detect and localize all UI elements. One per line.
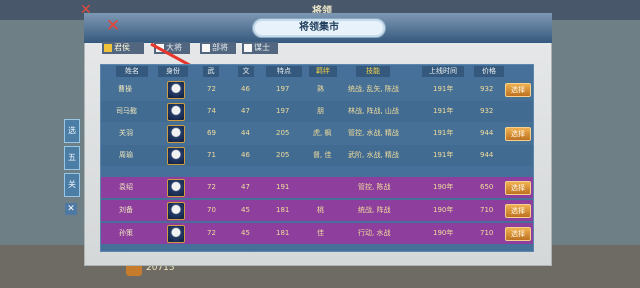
martial-value: 72 xyxy=(207,229,216,237)
bond-value: 佳 xyxy=(317,229,324,237)
martial-value: 72 xyxy=(207,183,216,191)
general-avatar-icon xyxy=(167,125,185,143)
online-time-value: 190年 xyxy=(433,229,454,237)
side-tab-2[interactable]: 五战 xyxy=(64,146,80,184)
martial-value: 71 xyxy=(207,151,216,159)
online-time-value: 190年 xyxy=(433,183,454,191)
table-row: 周瑜 71 46 205 督, 佳 武阶, 水战, 精战 191年 944 xyxy=(101,145,533,166)
skill-value: 行动, 水战 xyxy=(358,229,391,237)
bond-value: 桃 xyxy=(317,206,324,214)
price-value: 710 xyxy=(480,206,494,214)
bond-value: 朋 xyxy=(317,107,324,115)
literary-value: 46 xyxy=(241,151,250,159)
table-row: 孙策 72 45 181 佳 行动, 水战 190年 710 选择 xyxy=(101,223,533,244)
literary-value: 45 xyxy=(241,229,250,237)
general-name: 司马懿 xyxy=(116,107,137,115)
filter-lord[interactable]: 君侯 xyxy=(102,42,144,54)
price-value: 932 xyxy=(480,85,494,93)
side-tab-1[interactable]: 选战 xyxy=(64,119,80,157)
price-value: 944 xyxy=(480,129,494,137)
online-time-value: 191年 xyxy=(433,151,454,159)
general-avatar-icon xyxy=(167,202,185,220)
header-feature: 特点 xyxy=(266,66,302,77)
bond-value: 熟 xyxy=(317,85,324,93)
header-status: 身份 xyxy=(158,66,188,77)
select-button[interactable]: 选择 xyxy=(505,127,531,141)
feature-value: 205 xyxy=(276,151,290,159)
side-close-icon[interactable]: ✕ xyxy=(65,203,77,215)
price-value: 710 xyxy=(480,229,494,237)
bond-value: 督, 佳 xyxy=(313,151,332,159)
skill-value: 林战, 阵战, 山战 xyxy=(348,107,399,115)
select-button[interactable]: 选择 xyxy=(505,227,531,241)
general-avatar-icon xyxy=(167,147,185,165)
table-row: 司马懿 74 47 197 朋 林战, 阵战, 山战 191年 932 xyxy=(101,101,533,122)
filter-checkbox-icon xyxy=(104,44,112,52)
skill-value: 统战, 乱矢, 陈战 xyxy=(348,85,399,93)
feature-value: 197 xyxy=(276,107,290,115)
skill-value: 统战, 阵战 xyxy=(358,206,391,214)
table-row: 关羽 69 44 205 虎, 枫 管控, 水战, 精战 191年 944 选择 xyxy=(101,123,533,144)
online-time-value: 191年 xyxy=(433,129,454,137)
header-online-time: 上线时间 xyxy=(422,66,464,77)
header-literary: 文 xyxy=(238,66,254,77)
filter-label: 君侯 xyxy=(114,43,130,52)
side-tab-3[interactable]: 关 xyxy=(64,173,80,197)
feature-value: 205 xyxy=(276,129,290,137)
select-button[interactable]: 选择 xyxy=(505,181,531,195)
header-skill: 技能 xyxy=(356,66,390,77)
table-row: 袁绍 72 47 191 管控, 陈战 190年 650 选择 xyxy=(101,177,533,198)
online-time-value: 191年 xyxy=(433,85,454,93)
filter-advisor[interactable]: 谋士 xyxy=(242,42,278,54)
filter-label: 部将 xyxy=(212,43,228,52)
literary-value: 44 xyxy=(241,129,250,137)
general-name: 袁绍 xyxy=(119,183,133,191)
table-row: 曹操 72 46 197 熟 统战, 乱矢, 陈战 191年 932 选择 xyxy=(101,79,533,100)
martial-value: 72 xyxy=(207,85,216,93)
general-name: 周瑜 xyxy=(119,151,133,159)
general-avatar-icon xyxy=(167,103,185,121)
literary-value: 46 xyxy=(241,85,250,93)
header-price: 价格 xyxy=(474,66,504,77)
martial-value: 69 xyxy=(207,129,216,137)
feature-value: 191 xyxy=(276,183,290,191)
header-name: 姓名 xyxy=(116,66,148,77)
dialog-close-button[interactable]: ✕ xyxy=(104,17,122,35)
literary-value: 45 xyxy=(241,206,250,214)
filter-label: 谋士 xyxy=(254,43,270,52)
general-avatar-icon xyxy=(167,179,185,197)
general-name: 孙策 xyxy=(119,229,133,237)
price-value: 944 xyxy=(480,151,494,159)
martial-value: 70 xyxy=(207,206,216,214)
skill-value: 管控, 水战, 精战 xyxy=(348,129,399,137)
general-name: 曹操 xyxy=(118,85,132,93)
feature-value: 197 xyxy=(276,85,290,93)
header-martial: 武 xyxy=(203,66,219,77)
header-bond: 羁绊 xyxy=(309,66,337,77)
online-time-value: 191年 xyxy=(433,107,454,115)
skill-value: 管控, 陈战 xyxy=(358,183,391,191)
general-avatar-icon xyxy=(167,81,185,99)
general-avatar-icon xyxy=(167,225,185,243)
select-button[interactable]: 选择 xyxy=(505,83,531,97)
literary-value: 47 xyxy=(241,107,250,115)
price-value: 932 xyxy=(480,107,494,115)
feature-value: 181 xyxy=(276,206,290,214)
literary-value: 47 xyxy=(241,183,250,191)
skill-value: 武阶, 水战, 精战 xyxy=(348,151,399,159)
table-row: 刘备 70 45 181 桃 统战, 阵战 190年 710 选择 xyxy=(101,200,533,221)
price-value: 650 xyxy=(480,183,494,191)
online-time-value: 190年 xyxy=(433,206,454,214)
martial-value: 74 xyxy=(207,107,216,115)
bond-value: 虎, 枫 xyxy=(313,129,332,137)
filter-checkbox-icon xyxy=(244,44,252,52)
general-name: 关羽 xyxy=(119,129,133,137)
general-name: 刘备 xyxy=(119,206,133,214)
dialog-title: 将领集市 xyxy=(252,18,386,38)
select-button[interactable]: 选择 xyxy=(505,204,531,218)
feature-value: 181 xyxy=(276,229,290,237)
